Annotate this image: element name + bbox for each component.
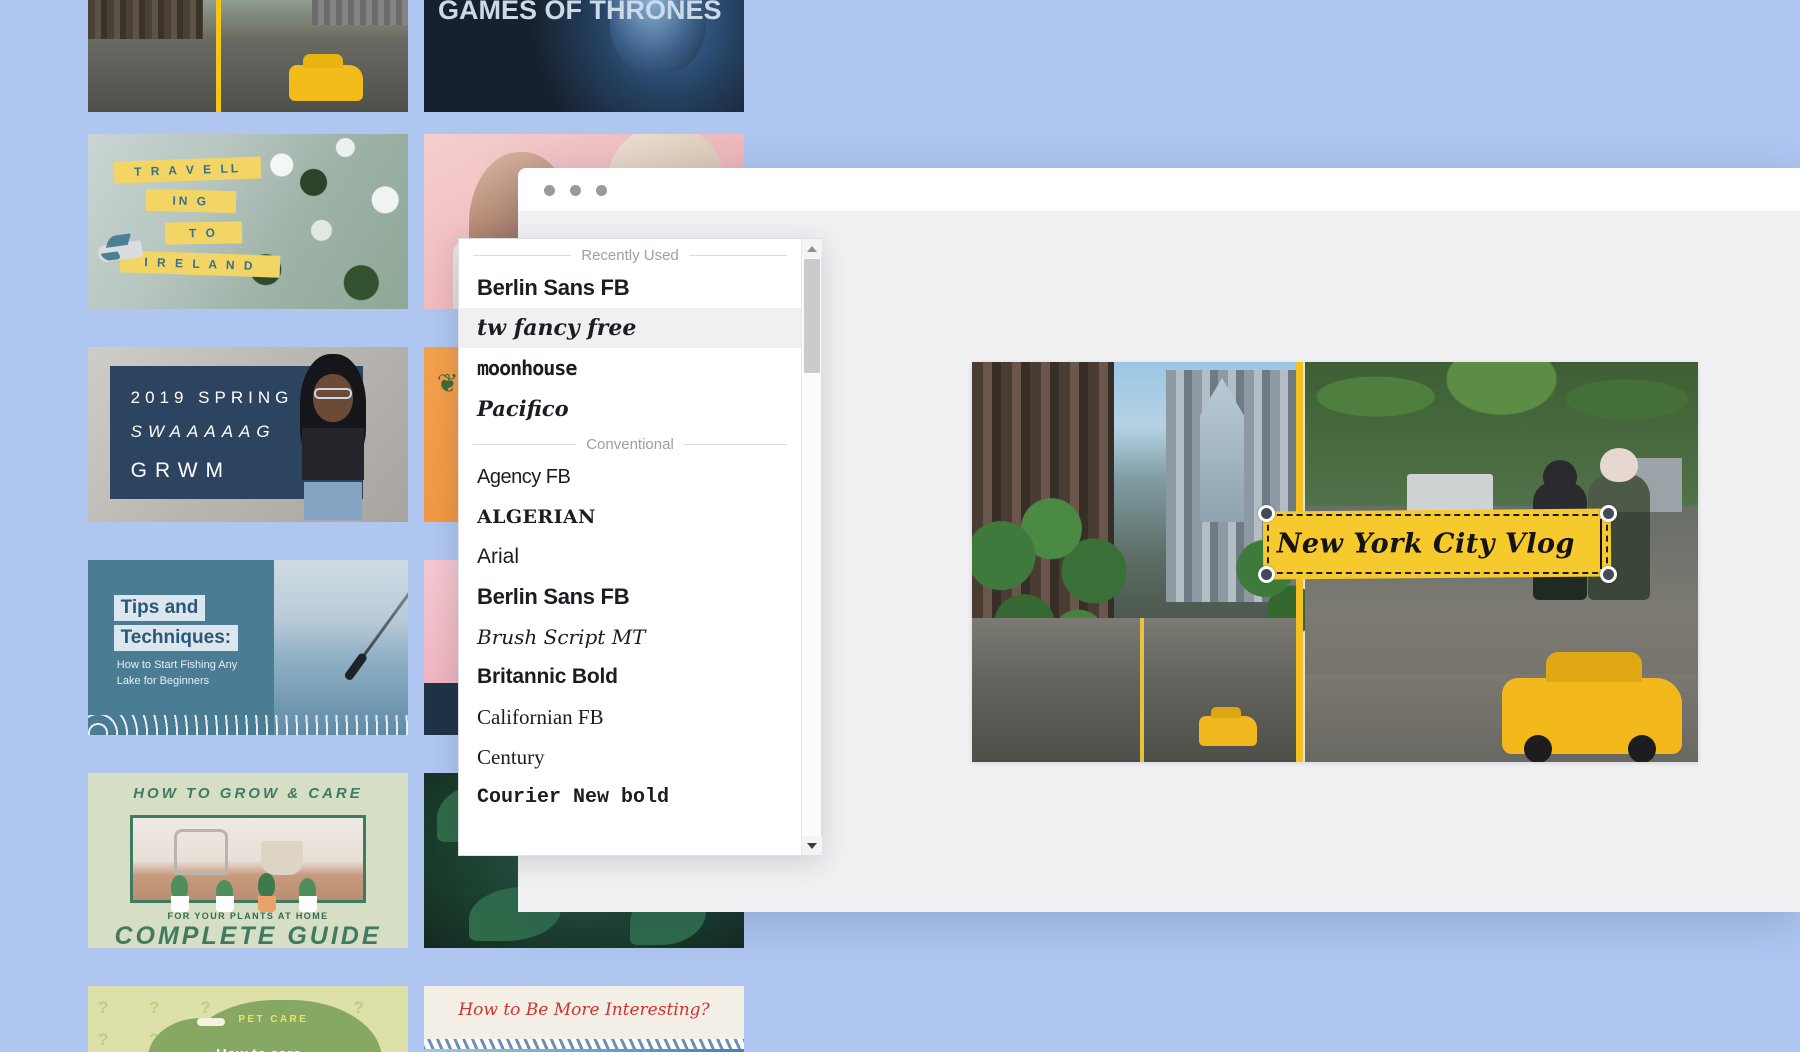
- ireland-line-1: T R A V E LL: [113, 155, 262, 184]
- plant-pot-4: [299, 895, 318, 912]
- fishing-line-1: Tips and: [113, 595, 206, 621]
- font-picker-dropdown[interactable]: Recently Used Berlin Sans FB tw fancy fr…: [458, 238, 822, 856]
- swag-top: [302, 428, 365, 480]
- app-window: New York City Vlog Recently Used Berlin …: [458, 168, 1800, 912]
- minimize-icon[interactable]: [570, 185, 581, 196]
- taxi-wheel-rear: [1628, 735, 1657, 762]
- yellow-taxi-cab: [1502, 652, 1683, 762]
- leaf-icon-left: ❦: [436, 368, 459, 398]
- font-option-californian-fb[interactable]: Californian FB: [459, 697, 801, 737]
- scroll-up-icon[interactable]: [802, 239, 822, 258]
- plants-heading: HOW TO GROW & CARE: [133, 785, 363, 803]
- font-option-berlin-sans-fb-recent[interactable]: Berlin Sans FB: [459, 268, 801, 308]
- got-line-3: GAMES OF THRONES: [438, 0, 722, 25]
- road-center-line: [1140, 618, 1145, 762]
- font-list[interactable]: Recently Used Berlin Sans FB tw fancy fr…: [459, 239, 801, 855]
- plants-subtitle: FOR YOUR PLANTS AT HOME: [167, 911, 329, 922]
- font-option-courier-new-bold[interactable]: Courier New bold: [459, 777, 801, 817]
- font-option-century[interactable]: Century: [459, 737, 801, 777]
- cactus-icon: [257, 872, 275, 897]
- interesting-title: How to Be More Interesting?: [458, 1000, 710, 1020]
- template-card-spring-swag[interactable]: 2019 SPRING SWAAAAAG GRWM: [88, 347, 408, 522]
- template-card-pet-care[interactable]: ? ? ? ? ? ? ? ? ? ?? ? ? ? ? ? ? ? ? ?? …: [88, 986, 408, 1052]
- bone-icon: [196, 1017, 225, 1026]
- close-icon[interactable]: [544, 185, 555, 196]
- font-option-agency-fb[interactable]: Agency FB: [459, 457, 801, 497]
- scroll-down-icon[interactable]: [802, 836, 822, 855]
- basket-icon: [261, 840, 304, 875]
- got-text-block: MOMENTS IN SHOCKING GAMES OF THRONES: [438, 0, 722, 23]
- canvas-photo-left: [972, 362, 1309, 762]
- divider-line-left: [473, 255, 572, 256]
- resize-handle-top-right[interactable]: [1599, 505, 1617, 522]
- ireland-line-3: T O: [164, 220, 242, 245]
- resize-handle-bottom-right[interactable]: [1599, 566, 1617, 583]
- divider-line-right-2: [683, 444, 787, 445]
- traffic-lights: [544, 185, 607, 196]
- scrollbar-thumb[interactable]: [804, 259, 820, 373]
- font-option-arial[interactable]: Arial: [459, 537, 801, 577]
- swag-line-3: GRWM: [130, 459, 232, 483]
- nyc-buildings-right: [312, 0, 408, 25]
- swag-jeans: [304, 482, 363, 520]
- font-option-berlin-sans-fb[interactable]: Berlin Sans FB: [459, 577, 801, 617]
- template-card-fishing-tips[interactable]: Tips and Techniques: How to Start Fishin…: [88, 560, 408, 735]
- font-list-scrollbar[interactable]: [801, 239, 822, 855]
- maximize-icon[interactable]: [596, 185, 607, 196]
- nyc-yellow-divider: [216, 0, 221, 112]
- ireland-line-2: IN G: [145, 188, 236, 214]
- wave-pattern: [88, 715, 408, 735]
- template-card-game-of-thrones[interactable]: MOMENTS IN SHOCKING GAMES OF THRONES: [424, 0, 744, 112]
- section-header-recently-used: Recently Used: [459, 239, 801, 268]
- font-option-pacifico[interactable]: Pacifico: [459, 388, 801, 428]
- section-label-conventional: Conventional: [586, 436, 674, 453]
- swag-model: [286, 354, 382, 520]
- fishing-subtitle: How to Start Fishing Any Lake for Beginn…: [116, 659, 238, 687]
- font-option-algerian[interactable]: ALGERIAN: [459, 497, 801, 537]
- pet-brand-label: PET CARE: [238, 1014, 309, 1025]
- template-card-nyc-vlog[interactable]: New York City Vlog: [88, 0, 408, 112]
- plants-photo: [129, 815, 367, 903]
- section-header-conventional: Conventional: [459, 428, 801, 457]
- template-card-plants-guide[interactable]: HOW TO GROW & CARE FOR YOUR PLANTS AT HO…: [88, 773, 408, 948]
- plant-leaf-1: [171, 874, 189, 899]
- font-option-moonhouse[interactable]: moonhouse: [459, 348, 801, 388]
- taxi-small: [1198, 707, 1257, 746]
- swag-line-1: 2019 SPRING: [130, 387, 294, 407]
- plant-pot-3: [257, 895, 276, 912]
- divider-line-left-2: [473, 444, 577, 445]
- plant-pot-1: [171, 895, 190, 912]
- font-option-brush-script-mt[interactable]: Brush Script MT: [459, 617, 801, 657]
- swag-line-2: SWAAAAAG: [130, 422, 276, 442]
- text-caret: [1599, 518, 1602, 570]
- pet-line-1: How to care: [216, 1046, 301, 1052]
- plant-pot-2: [216, 895, 234, 912]
- fishing-photo: [273, 560, 408, 735]
- chair-icon: [174, 829, 229, 876]
- window-titlebar: [518, 168, 1800, 212]
- font-option-britannic-bold[interactable]: Britannic Bold: [459, 657, 801, 697]
- screen: New York City Vlog MOMENTS IN SHOCKING G…: [0, 0, 1800, 1052]
- text-element-value[interactable]: New York City Vlog: [1277, 529, 1575, 560]
- window-body: New York City Vlog Recently Used Berlin …: [458, 212, 1800, 912]
- taxi-wheel-front: [1524, 735, 1553, 762]
- template-card-more-interesting[interactable]: How to Be More Interesting?: [424, 986, 744, 1052]
- plants-big-title: COMPLETE GUIDE: [114, 921, 382, 948]
- divider-line-right: [688, 255, 788, 256]
- fishing-line-2: Techniques:: [113, 624, 239, 651]
- nyc-buildings-left: [88, 0, 204, 43]
- resize-handle-bottom-left[interactable]: [1257, 566, 1275, 583]
- canvas-area[interactable]: New York City Vlog: [870, 212, 1800, 912]
- glasses-icon: [314, 388, 353, 399]
- selected-text-element[interactable]: New York City Vlog: [1257, 505, 1617, 583]
- font-option-tw-fancy-free[interactable]: tw fancy free: [459, 308, 801, 348]
- design-canvas[interactable]: New York City Vlog: [972, 362, 1698, 762]
- resize-handle-top-left[interactable]: [1257, 505, 1275, 522]
- section-label-recently-used: Recently Used: [581, 247, 679, 264]
- nyc-taxi: [289, 54, 364, 102]
- template-card-travel-ireland[interactable]: T R A V E LL IN G T O I R E L A N D: [88, 134, 408, 309]
